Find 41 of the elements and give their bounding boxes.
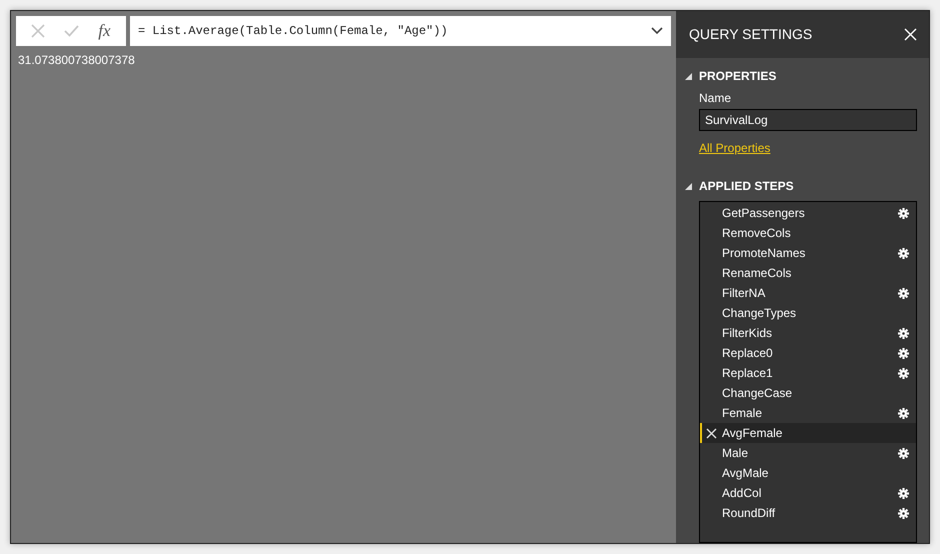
settings-icon[interactable] <box>898 408 909 418</box>
section-heading: APPLIED STEPS <box>699 178 794 195</box>
delete-step-icon[interactable] <box>706 428 717 438</box>
name-field[interactable]: SurvivalLog <box>699 109 917 131</box>
result-value: 31.073800738007378 <box>17 52 136 69</box>
field-label: Name <box>699 90 732 107</box>
step-item[interactable]: Replace0 <box>700 343 916 363</box>
settings-icon[interactable] <box>898 488 909 498</box>
step-item[interactable]: AvgFemale <box>700 423 916 443</box>
settings-icon[interactable] <box>898 248 909 258</box>
step-item[interactable]: AddCol <box>700 483 916 503</box>
step-item[interactable]: PromoteNames <box>700 243 916 263</box>
settings-icon[interactable] <box>898 368 909 378</box>
step-item[interactable]: GetPassengers <box>700 203 916 223</box>
settings-icon[interactable] <box>898 328 909 338</box>
checkmark-icon[interactable] <box>64 25 80 37</box>
step-item[interactable]: FilterKids <box>700 323 916 343</box>
step-item[interactable]: AvgMale <box>700 463 916 483</box>
panel-title: QUERY SETTINGS <box>689 25 812 44</box>
settings-icon[interactable] <box>898 448 909 458</box>
chevron-down-icon[interactable] <box>651 27 663 35</box>
function-button[interactable]: fx <box>98 18 111 44</box>
step-item[interactable]: RenameCols <box>700 263 916 283</box>
step-item[interactable]: ChangeTypes <box>700 303 916 323</box>
collapse-triangle-icon[interactable] <box>685 182 692 190</box>
settings-icon[interactable] <box>898 508 909 518</box>
step-item[interactable]: FilterNA <box>700 283 916 303</box>
step-item[interactable]: Replace1 <box>700 363 916 383</box>
step-item[interactable]: ChangeCase <box>700 383 916 403</box>
formula-field[interactable]: = List.Average(Table.Column(Female, "Age")) <box>130 16 671 46</box>
formula-text: = List.Average(Table.Column(Female, "Age")) <box>138 23 449 40</box>
collapse-triangle-icon[interactable] <box>685 72 692 80</box>
settings-icon[interactable] <box>898 348 909 358</box>
all-properties-link[interactable]: All Properties <box>699 139 770 157</box>
step-item[interactable]: Female <box>700 403 916 423</box>
section-heading: PROPERTIES <box>699 68 776 85</box>
settings-icon[interactable] <box>898 208 909 218</box>
step-item[interactable]: RemoveCols <box>700 223 916 243</box>
settings-icon[interactable] <box>898 288 909 298</box>
step-item[interactable]: RoundDiff <box>700 503 916 523</box>
step-item[interactable]: Male <box>700 443 916 463</box>
